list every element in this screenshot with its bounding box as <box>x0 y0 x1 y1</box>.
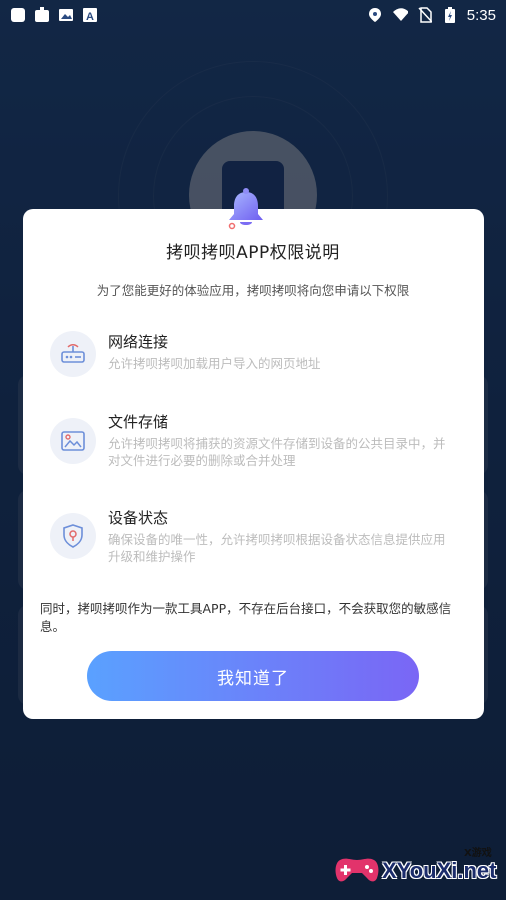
image-file-icon <box>50 418 96 464</box>
dialog-subtitle: 为了您能更好的体验应用，拷呗拷呗将向您申请以下权限 <box>96 283 410 298</box>
router-icon <box>50 331 96 377</box>
app-icon <box>10 7 26 23</box>
text-icon: A <box>82 7 98 23</box>
no-sim-icon <box>417 7 433 23</box>
image-icon <box>58 7 74 23</box>
permission-description: 确保设备的唯一性，允许拷呗拷呗根据设备状态信息提供应用升级和维护操作 <box>108 532 446 564</box>
permission-description: 允许拷呗拷呗加载用户导入的网页地址 <box>108 356 321 371</box>
watermark: X游戏 XYouXi.net <box>334 842 504 894</box>
svg-text:A: A <box>86 11 94 23</box>
dialog-title: 拷呗拷呗APP权限说明 <box>166 243 340 263</box>
privacy-note: 同时，拷呗拷呗作为一款工具APP，不存在后台接口，不会获取您的敏感信息。 <box>40 601 452 634</box>
permission-name: 设备状态 <box>108 509 169 527</box>
shield-location-icon <box>50 513 96 559</box>
location-icon <box>367 7 383 23</box>
gamepad-logo-icon <box>334 848 380 888</box>
wifi-icon <box>392 7 408 23</box>
watermark-small-text: X游戏 <box>464 848 492 859</box>
notification-icon <box>34 7 50 23</box>
clock: 5:35 <box>466 6 496 24</box>
watermark-text: XYouXi.net <box>382 858 497 883</box>
battery-charging-icon <box>442 7 458 23</box>
permission-name: 文件存储 <box>108 413 169 431</box>
permission-item-storage: 文件存储 允许拷呗拷呗将捕获的资源文件存储到设备的公共目录中，并对文件进行必要的… <box>50 411 450 471</box>
permission-item-network: 网络连接 允许拷呗拷呗加载用户导入的网页地址 <box>50 331 450 377</box>
status-bar: A 5:35 <box>0 0 506 30</box>
confirm-button[interactable]: 我知道了 <box>87 651 419 701</box>
permission-name: 网络连接 <box>108 333 169 351</box>
permission-item-device-state: 设备状态 确保设备的唯一性，允许拷呗拷呗根据设备状态信息提供应用升级和维护操作 <box>50 507 450 567</box>
bell-icon <box>224 186 268 230</box>
permission-description: 允许拷呗拷呗将捕获的资源文件存储到设备的公共目录中，并对文件进行必要的删除或合并… <box>108 436 446 468</box>
